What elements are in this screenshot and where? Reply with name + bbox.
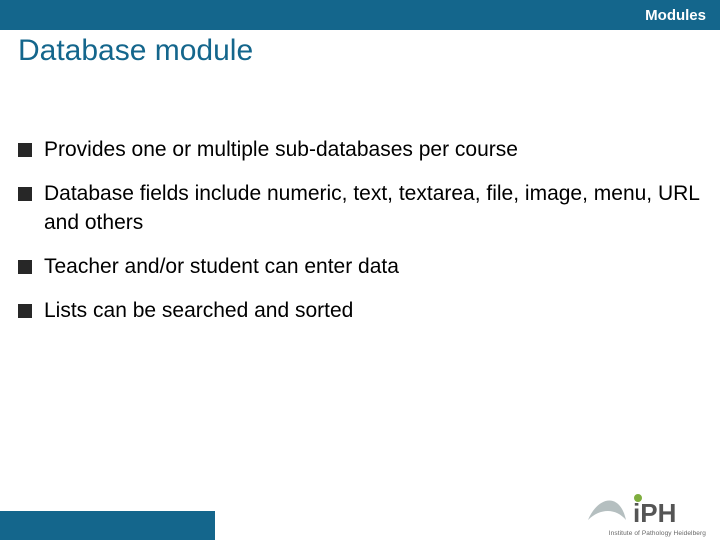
top-bar: Modules [0, 0, 720, 30]
slide: Modules Database module Provides one or … [0, 0, 720, 540]
section-label: Modules [645, 7, 706, 24]
footer-accent-block [0, 511, 215, 540]
svg-text:iPH: iPH [633, 498, 676, 528]
square-bullet-icon [18, 143, 32, 157]
list-item: Lists can be searched and sorted [18, 297, 700, 325]
list-item-text: Teacher and/or student can enter data [44, 253, 700, 281]
list-item: Database fields include numeric, text, t… [18, 180, 700, 237]
square-bullet-icon [18, 187, 32, 201]
logo-caption: Institute of Pathology Heidelberg [586, 530, 706, 537]
logo-letter-i: i [633, 498, 640, 528]
square-bullet-icon [18, 260, 32, 274]
bullet-list: Provides one or multiple sub-databases p… [18, 136, 700, 342]
list-item: Provides one or multiple sub-databases p… [18, 136, 700, 164]
square-bullet-icon [18, 304, 32, 318]
list-item-text: Database fields include numeric, text, t… [44, 180, 700, 237]
iph-logo-icon: iPH [586, 484, 706, 532]
list-item-text: Lists can be searched and sorted [44, 297, 700, 325]
list-item: Teacher and/or student can enter data [18, 253, 700, 281]
slide-title: Database module [18, 34, 253, 68]
list-item-text: Provides one or multiple sub-databases p… [44, 136, 700, 164]
institute-logo: iPH Institute of Pathology Heidelberg [586, 484, 706, 532]
